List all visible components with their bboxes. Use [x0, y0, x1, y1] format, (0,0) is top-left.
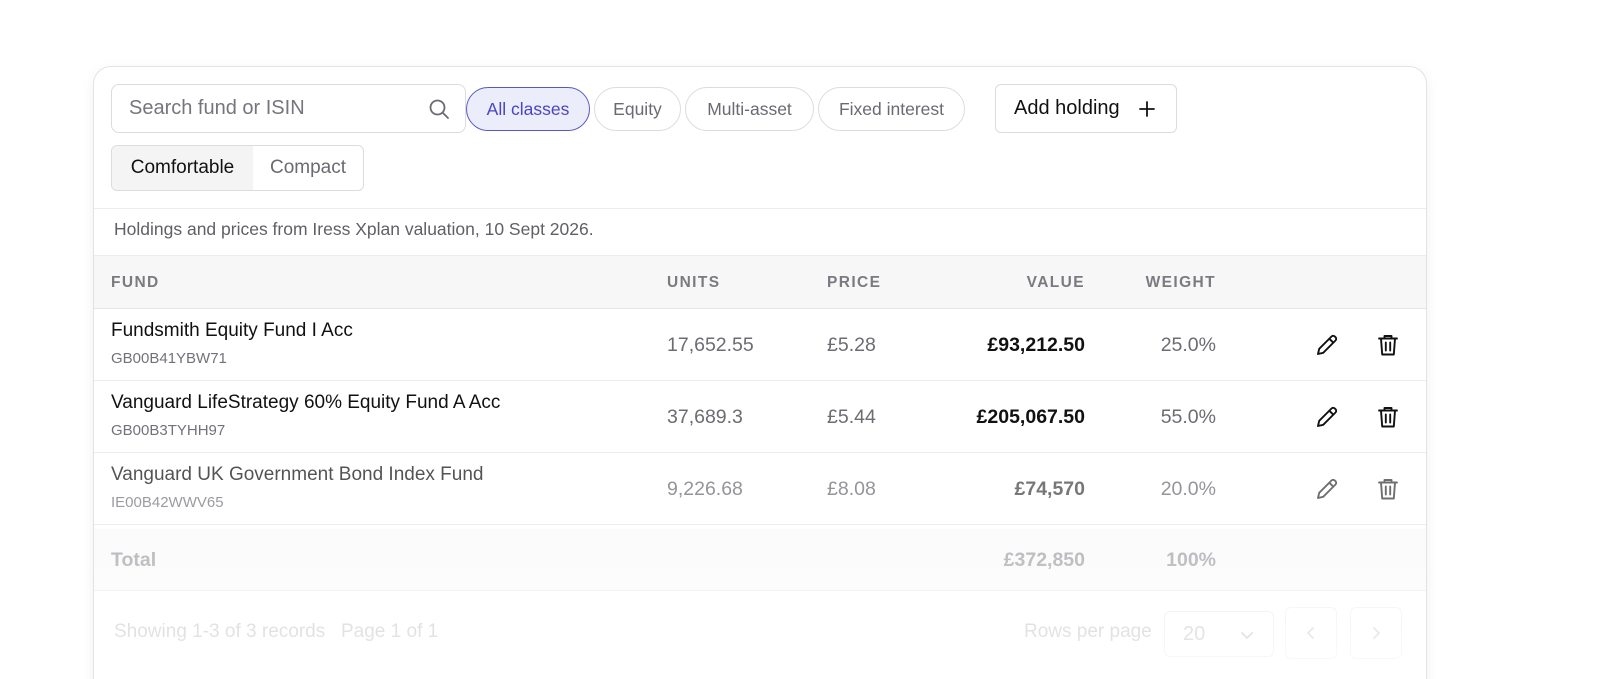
rows-per-page-select[interactable]: 20: [1164, 611, 1274, 657]
filter-chip-all-classes[interactable]: All classes: [466, 87, 590, 131]
fund-isin: IE00B42WWV65: [111, 494, 224, 511]
fund-name: Fundsmith Equity Fund I Acc: [111, 320, 353, 341]
table-row[interactable]: Vanguard UK Government Bond Index Fund I…: [94, 453, 1426, 525]
trash-icon[interactable]: [1375, 332, 1401, 358]
price-cell: £5.44: [827, 406, 876, 428]
rows-per-page-label: Rows per page: [1024, 621, 1152, 642]
search-input[interactable]: [112, 85, 412, 131]
value-cell: £205,067.50: [976, 406, 1085, 428]
add-holding-label: Add holding: [1014, 97, 1120, 119]
filter-chip-equity[interactable]: Equity: [594, 87, 681, 131]
table-row[interactable]: Fundsmith Equity Fund I Acc GB00B41YBW71…: [94, 309, 1426, 381]
trash-icon[interactable]: [1375, 404, 1401, 430]
page-indicator: Page 1 of 1: [341, 621, 439, 642]
value-cell: £74,570: [1014, 478, 1086, 500]
total-label: Total: [111, 549, 157, 571]
price-cell: £8.08: [827, 478, 876, 500]
chevron-down-icon: [1241, 632, 1253, 639]
chevron-left-icon: [1307, 627, 1314, 639]
density-compact[interactable]: Compact: [253, 146, 363, 190]
add-holding-button[interactable]: Add holding: [995, 84, 1177, 133]
pencil-icon[interactable]: [1314, 404, 1340, 430]
fund-name: Vanguard LifeStrategy 60% Equity Fund A …: [111, 392, 501, 413]
trash-icon[interactable]: [1375, 476, 1401, 502]
header-price[interactable]: PRICE: [827, 274, 881, 292]
prev-page-button[interactable]: [1285, 607, 1337, 659]
fund-isin: GB00B3TYHH97: [111, 422, 226, 439]
weight-cell: 25.0%: [1160, 334, 1216, 356]
chevron-right-icon: [1373, 627, 1380, 639]
total-row: Total £372,850 100%: [94, 529, 1426, 591]
density-toggle: Comfortable Compact: [111, 145, 364, 191]
header-value[interactable]: VALUE: [1027, 274, 1085, 292]
header-fund[interactable]: FUND: [111, 274, 160, 292]
search-icon[interactable]: [428, 98, 450, 120]
rows-per-page-value: 20: [1183, 623, 1206, 645]
holdings-card: All classes Equity Multi-asset Fixed int…: [93, 66, 1427, 679]
fund-name: Vanguard UK Government Bond Index Fund: [111, 464, 484, 485]
total-value: £372,850: [1003, 549, 1085, 571]
units-cell: 9,226.68: [667, 478, 743, 500]
fund-isin: GB00B41YBW71: [111, 350, 227, 367]
filter-chip-multi-asset[interactable]: Multi-asset: [685, 87, 814, 131]
pagination-footer: Showing 1-3 of 3 records Page 1 of 1 Row…: [94, 591, 1426, 679]
price-cell: £5.28: [827, 334, 876, 356]
toolbar-divider: [94, 208, 1426, 209]
table-header: FUND UNITS PRICE VALUE WEIGHT: [94, 255, 1426, 309]
search-box[interactable]: [111, 84, 466, 133]
plus-icon: [1139, 101, 1155, 117]
header-weight[interactable]: WEIGHT: [1146, 274, 1216, 292]
units-cell: 37,689.3: [667, 406, 743, 428]
weight-cell: 20.0%: [1160, 478, 1216, 500]
header-units[interactable]: UNITS: [667, 274, 721, 292]
source-note: Holdings and prices from Iress Xplan val…: [114, 219, 594, 239]
density-comfortable[interactable]: Comfortable: [112, 146, 253, 190]
filter-chip-fixed-interest[interactable]: Fixed interest: [818, 87, 965, 131]
record-count: Showing 1-3 of 3 records: [114, 621, 326, 642]
total-weight: 100%: [1166, 549, 1216, 571]
pencil-icon[interactable]: [1314, 476, 1340, 502]
table-row[interactable]: Vanguard LifeStrategy 60% Equity Fund A …: [94, 381, 1426, 453]
pencil-icon[interactable]: [1314, 332, 1340, 358]
value-cell: £93,212.50: [987, 334, 1085, 356]
next-page-button[interactable]: [1350, 607, 1402, 659]
units-cell: 17,652.55: [667, 334, 754, 356]
weight-cell: 55.0%: [1160, 406, 1216, 428]
